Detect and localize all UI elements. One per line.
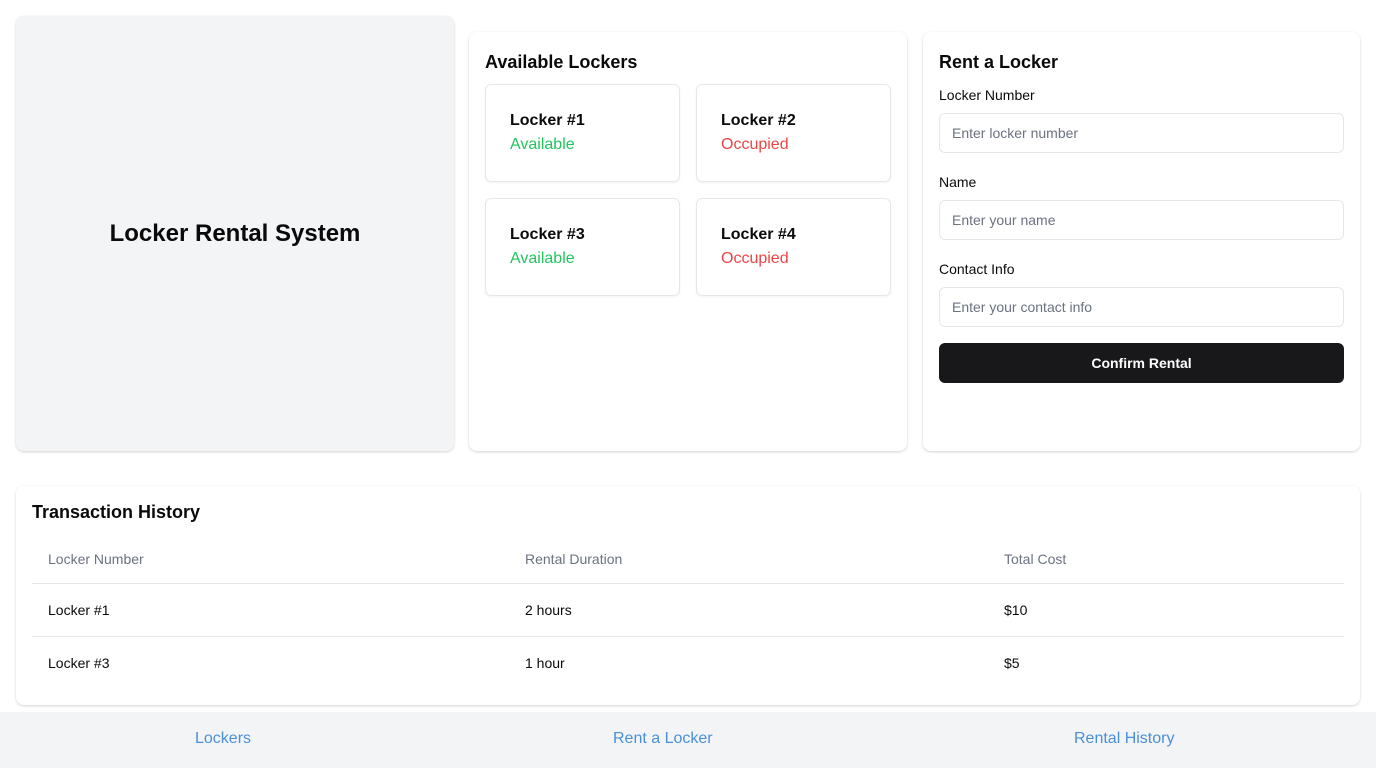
cell-rental-duration: 1 hour [509,635,988,689]
table-row: Locker #3 1 hour $5 [32,635,1344,689]
footer-nav: Lockers Rent a Locker Rental History [0,712,1376,768]
cell-locker-number: Locker #3 [32,635,509,689]
locker-name: Locker #1 [510,112,585,129]
locker-grid: Locker #1 Available Locker #2 Occupied L… [485,84,891,296]
locker-number-label: Locker Number [939,87,1035,103]
locker-name: Locker #4 [721,226,796,243]
footer-link-rent-a-locker[interactable]: Rent a Locker [613,730,713,748]
name-input[interactable] [939,200,1344,240]
locker-status-available: Available [510,250,575,267]
column-header-total-cost: Total Cost [988,535,1344,584]
transaction-history-title: Transaction History [32,502,201,522]
locker-card-4[interactable]: Locker #4 Occupied [696,198,891,296]
available-lockers-title: Available Lockers [485,52,638,72]
locker-status-available: Available [510,136,575,153]
transaction-table: Locker Number Rental Duration Total Cost… [32,535,1344,689]
column-header-rental-duration: Rental Duration [509,535,988,584]
column-header-locker-number: Locker Number [32,535,509,584]
locker-card-1[interactable]: Locker #1 Available [485,84,680,182]
hero-panel: Locker Rental System [16,16,454,451]
transaction-history-panel: Transaction History Locker Number Rental… [16,486,1360,705]
available-lockers-panel: Available Lockers Locker #1 Available Lo… [469,32,907,451]
locker-name: Locker #3 [510,226,585,243]
name-label: Name [939,174,977,190]
contact-info-input[interactable] [939,287,1344,327]
locker-card-2[interactable]: Locker #2 Occupied [696,84,891,182]
rent-locker-panel: Rent a Locker Locker Number Name Contact… [923,32,1360,451]
locker-number-input[interactable] [939,113,1344,153]
cell-locker-number: Locker #1 [48,601,110,618]
locker-status-occupied: Occupied [721,250,789,267]
rent-locker-title: Rent a Locker [939,52,1059,72]
cell-total-cost: $5 [988,635,1344,689]
app-title: Locker Rental System [109,219,361,247]
table-row: Locker #1 2 hours $10 [32,583,1344,636]
locker-name: Locker #2 [721,112,796,129]
table-header-row: Locker Number Rental Duration Total Cost [32,535,1344,584]
cell-rental-duration: 2 hours [525,601,572,618]
locker-status-occupied: Occupied [721,136,789,153]
footer-link-lockers[interactable]: Lockers [195,730,251,748]
cell-total-cost: $10 [1004,601,1028,618]
footer-link-rental-history[interactable]: Rental History [1074,730,1174,748]
contact-info-label: Contact Info [939,261,1015,277]
confirm-rental-button[interactable]: Confirm Rental [939,343,1344,383]
locker-card-3[interactable]: Locker #3 Available [485,198,680,296]
